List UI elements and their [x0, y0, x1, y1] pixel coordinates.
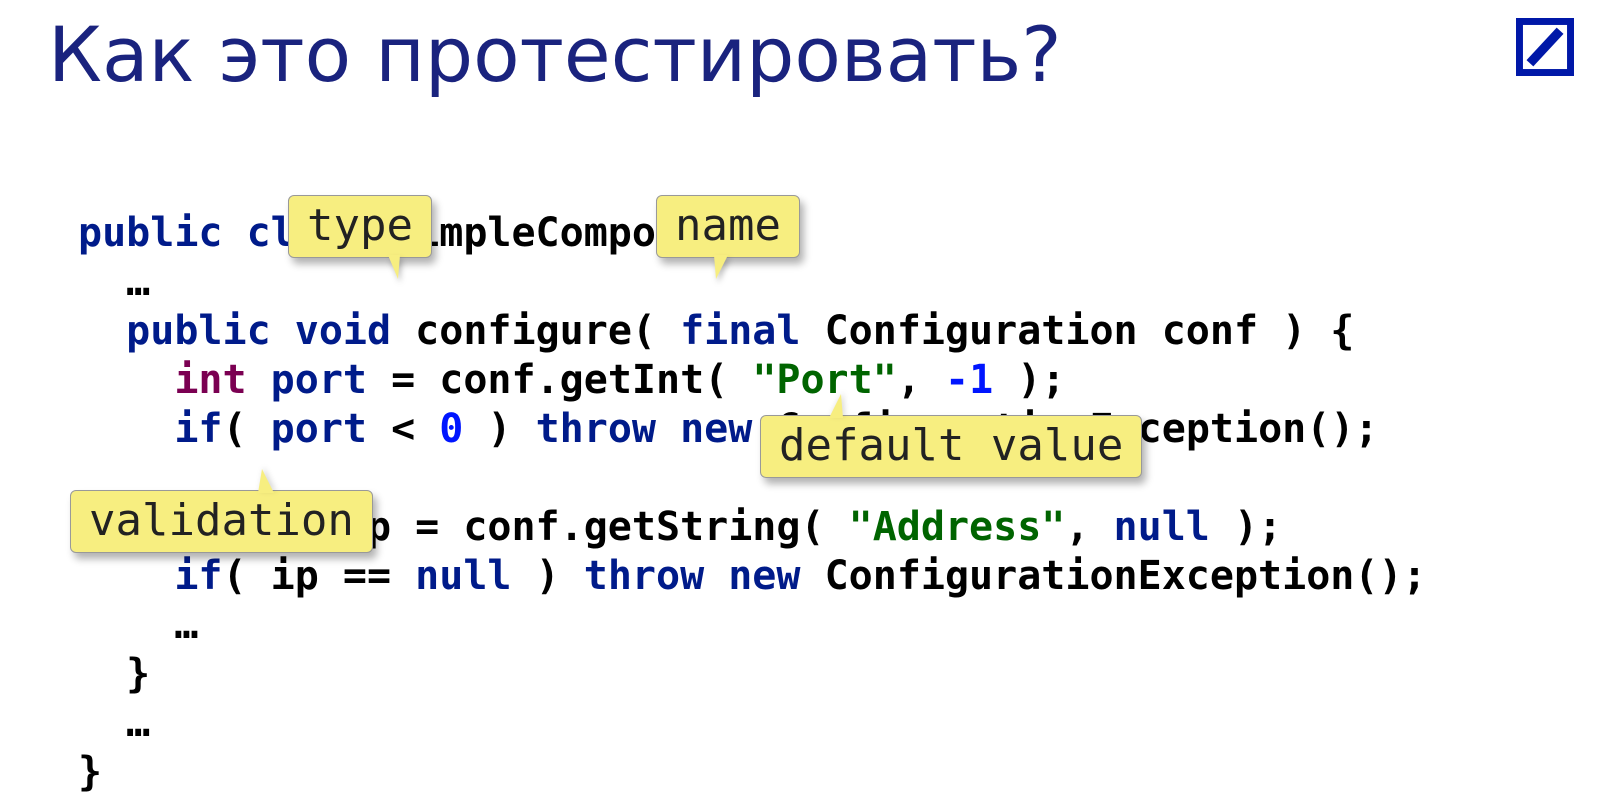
deutsche-bank-logo-icon — [1516, 18, 1574, 76]
code-line-10: } — [78, 651, 150, 697]
code-line-4: int port = conf.getInt( "Port", -1 ); — [78, 357, 1065, 403]
slide-title: Как это протестировать? — [48, 10, 1062, 99]
callout-name: name — [656, 195, 800, 258]
code-line-8: if( ip == null ) throw new Configuration… — [78, 553, 1427, 599]
code-line-12: } — [78, 749, 102, 792]
callout-default-value: default value — [760, 415, 1142, 478]
callout-tail-icon — [714, 255, 728, 279]
slide: Как это протестировать? public class Sim… — [0, 0, 1600, 792]
code-line-5: if( port < 0 ) throw new ConfigurationEx… — [78, 406, 1378, 452]
callout-tail-icon — [829, 394, 843, 418]
callout-validation: validation — [70, 490, 373, 553]
code-line-2: … — [78, 259, 150, 305]
callout-validation-label: validation — [89, 495, 354, 546]
code-line-11: … — [78, 700, 150, 746]
callout-name-label: name — [675, 200, 781, 251]
callout-tail-icon — [388, 255, 400, 279]
callout-default-label: default value — [779, 420, 1123, 471]
callout-type: type — [288, 195, 432, 258]
code-line-9: … — [78, 602, 198, 648]
code-line-3: public void configure( final Configurati… — [78, 308, 1354, 354]
callout-type-label: type — [307, 200, 413, 251]
callout-tail-icon — [258, 469, 274, 493]
